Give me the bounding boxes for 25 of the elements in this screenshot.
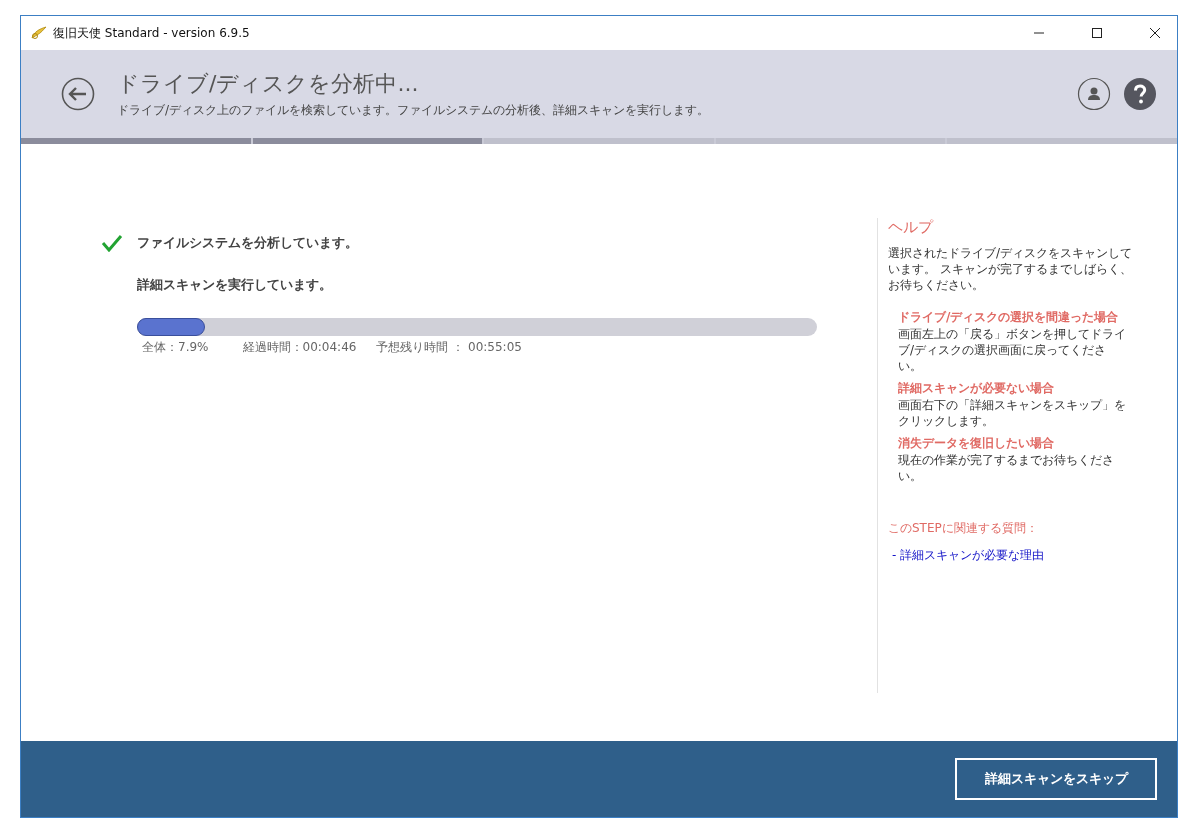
help-title: ヘルプ	[888, 218, 935, 237]
faq-title: このSTEPに関連する質問：	[888, 520, 1039, 537]
elapsed-time: 経過時間：00:04:46	[242, 339, 357, 356]
help-text: 現在の作業が完了するまでお待ちください。	[898, 452, 1115, 484]
user-icon[interactable]	[1077, 77, 1111, 111]
page-subtitle: ドライブ/ディスク上のファイルを検索しています。ファイルシステムの分析後、詳細スキャンを実行します。	[117, 102, 710, 119]
back-icon[interactable]	[61, 77, 95, 111]
help-intro: 選択されたドライブ/ディスクをスキャンしています。 スキャンが完了するまでしばらく、お待ちください。	[888, 245, 1134, 293]
wing-icon	[31, 26, 47, 40]
skip-scan-button[interactable]: 詳細スキャンをスキップ	[955, 758, 1157, 800]
remaining-time: 予想残り時間 ： 00:55:05	[376, 339, 522, 356]
faq-link[interactable]: - 詳細スキャンが必要な理由	[892, 547, 1045, 564]
help-heading: 消失データを復旧したい場合	[898, 435, 1055, 452]
overall-percent: 全体：7.9%	[142, 339, 209, 356]
task-label: 詳細スキャンを実行しています。	[137, 276, 332, 294]
page-title: ドライブ/ディスクを分析中...	[117, 70, 420, 98]
help-heading: ドライブ/ディスクの選択を間違った場合	[898, 309, 1120, 326]
task-label: ファイルシステムを分析しています。	[137, 234, 358, 252]
close-icon[interactable]	[1149, 27, 1161, 39]
help-text: 画面右下の「詳細スキャンをスキップ」をクリックします。	[898, 397, 1126, 429]
help-text: 画面左上の「戻る」ボタンを押してドライブ/ディスクの選択画面に戻ってください。	[898, 326, 1126, 374]
help-icon[interactable]	[1123, 77, 1157, 111]
help-heading: 詳細スキャンが必要ない場合	[898, 380, 1055, 397]
maximize-icon[interactable]	[1091, 27, 1103, 39]
window-title: 復旧天使 Standard - version 6.9.5	[53, 24, 250, 42]
